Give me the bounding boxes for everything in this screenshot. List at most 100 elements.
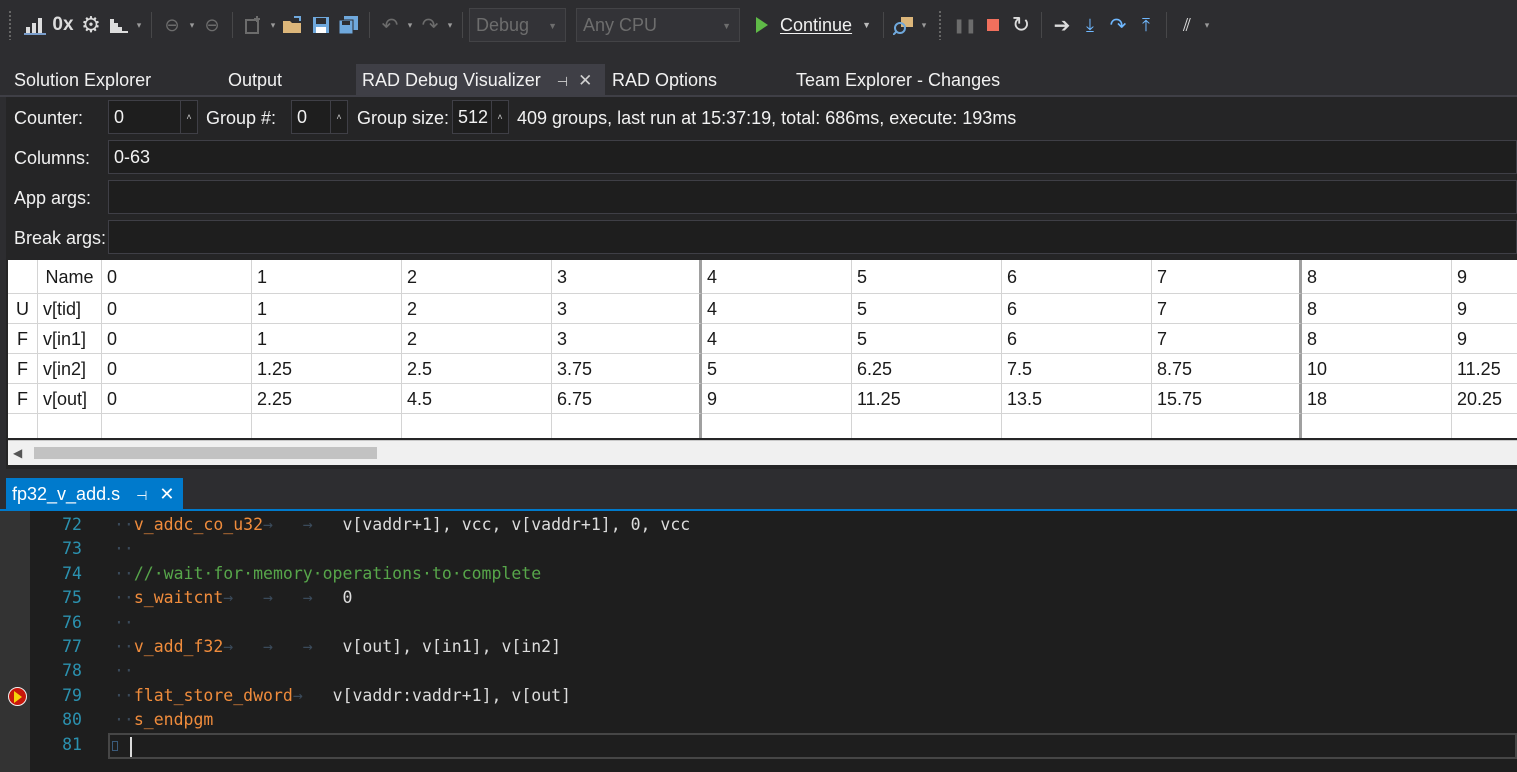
tab-team-explorer-changes[interactable]: Team Explorer - Changes: [782, 64, 1000, 96]
step-out-icon[interactable]: ⤒: [1132, 10, 1160, 40]
table-header-cell[interactable]: [8, 260, 38, 294]
tab-rad-debug-visualizer[interactable]: RAD Debug Visualizer ⊣ ✕: [356, 64, 605, 96]
pin-icon[interactable]: ⊣: [557, 74, 568, 89]
continue-dropdown-icon[interactable]: ▼: [862, 20, 871, 30]
stop-icon[interactable]: [979, 10, 1007, 40]
code-line[interactable]: 78 ··: [0, 659, 1517, 683]
table-cell: 0: [102, 324, 252, 354]
watch-table[interactable]: Name 0 1 2 3 4 5 6 7 8 9 Uv[tid] 0 1 2 3 4 5 6 7 8 9 Fv[in1] 0 1…: [8, 260, 1517, 438]
table-cell: 10: [1302, 354, 1452, 384]
whitespace-marker: ··: [114, 661, 134, 681]
close-icon[interactable]: ✕: [159, 484, 174, 504]
platform-combo[interactable]: Any CPU ▼: [576, 8, 740, 42]
counter-spinner[interactable]: ˄˅: [180, 101, 197, 154]
horizontal-scrollbar[interactable]: ◀: [8, 440, 1517, 465]
table-header-cell[interactable]: 6: [1002, 260, 1152, 294]
configuration-combo[interactable]: Debug ▼: [469, 8, 566, 42]
break-args-input[interactable]: [108, 220, 1517, 254]
separator: [882, 12, 884, 38]
back-dropdown-icon[interactable]: ▾: [186, 20, 198, 31]
whitespace-marker: → → →: [223, 588, 343, 608]
table-header-cell[interactable]: 2: [402, 260, 552, 294]
gear-icon[interactable]: ⚙: [77, 10, 105, 40]
code-line[interactable]: 79 ··flat_store_dword→ v[vaddr:vaddr+1], …: [0, 684, 1517, 708]
table-header-cell[interactable]: 7: [1152, 260, 1302, 294]
find-in-files-icon[interactable]: [890, 10, 918, 40]
line-number: 78: [62, 661, 82, 681]
table-header-cell[interactable]: 3: [552, 260, 702, 294]
navigate-back-icon[interactable]: ⊖: [158, 10, 186, 40]
code-line[interactable]: 74 ··//·wait·for·memory·operations·to·com…: [0, 562, 1517, 586]
table-header-cell[interactable]: 8: [1302, 260, 1452, 294]
code-editor[interactable]: 72 ··v_addc_co_u32→ → v[vaddr+1], vcc, v[…: [0, 511, 1517, 772]
profiler-icon[interactable]: [105, 10, 133, 40]
new-dropdown-icon[interactable]: ▾: [267, 20, 279, 31]
find-dropdown-icon[interactable]: ▾: [918, 20, 930, 31]
scroll-left-icon[interactable]: ◀: [13, 446, 22, 460]
spin-up-icon[interactable]: ˄: [186, 101, 191, 133]
close-icon[interactable]: ✕: [578, 71, 592, 90]
redo-icon[interactable]: ↷: [416, 10, 444, 40]
table-header-cell[interactable]: 4: [702, 260, 852, 294]
restart-icon[interactable]: ↻: [1007, 10, 1035, 40]
tab-rad-options[interactable]: RAD Options: [598, 64, 717, 96]
code-line[interactable]: 76 ··: [0, 611, 1517, 635]
table-cell: [702, 414, 852, 438]
code-line[interactable]: 72 ··v_addc_co_u32→ → v[vaddr+1], vcc, v[…: [0, 513, 1517, 537]
group-input[interactable]: 0 ˄˅: [291, 100, 348, 154]
table-cell: 13.5: [1002, 384, 1152, 414]
table-cell: 15.75: [1152, 384, 1302, 414]
group-spinner[interactable]: ˄˅: [330, 101, 347, 154]
pause-icon[interactable]: ❚❚: [951, 10, 979, 40]
app-args-input[interactable]: [108, 180, 1517, 214]
scrollbar-thumb[interactable]: [34, 447, 377, 459]
table-cell: 9: [1452, 324, 1517, 354]
table-header-cell[interactable]: 9: [1452, 260, 1517, 294]
step-over-icon[interactable]: ↷: [1104, 10, 1132, 40]
save-all-icon[interactable]: [335, 10, 363, 40]
spin-up-icon[interactable]: ˄: [497, 101, 502, 133]
tab-output[interactable]: Output: [214, 64, 282, 96]
open-folder-icon[interactable]: [279, 10, 307, 40]
code-line[interactable]: 81: [0, 733, 1517, 757]
table-header-cell[interactable]: 5: [852, 260, 1002, 294]
toolbar-grip[interactable]: [8, 10, 13, 40]
undo-dropdown-icon[interactable]: ▾: [404, 20, 416, 31]
table-header-cell[interactable]: Name: [38, 260, 102, 294]
hex-icon[interactable]: 0x: [49, 10, 77, 40]
code-line[interactable]: 73 ··: [0, 537, 1517, 561]
tab-fp32-v-add[interactable]: fp32_v_add.s ⊣ ✕: [6, 478, 183, 510]
toolbar-overflow-icon[interactable]: ▾: [133, 20, 145, 31]
redo-dropdown-icon[interactable]: ▾: [444, 20, 456, 31]
counter-input[interactable]: 0 ˄˅: [108, 100, 198, 154]
threads-dropdown-icon[interactable]: ▾: [1201, 20, 1213, 31]
group-size-spinner[interactable]: ˄˅: [491, 101, 508, 154]
toolbar-grip[interactable]: [937, 10, 943, 40]
columns-input[interactable]: 0-63: [108, 140, 1517, 174]
table-header-cell[interactable]: 0: [102, 260, 252, 294]
line-number: 81: [62, 734, 82, 754]
threads-icon[interactable]: ⫽: [1173, 10, 1201, 40]
pin-icon[interactable]: ⊣: [136, 488, 147, 503]
group-size-label: Group size:: [357, 108, 450, 128]
comment-token: //·wait·for·memory·operations·to·complet…: [133, 563, 542, 583]
save-icon[interactable]: [307, 10, 335, 40]
navigate-forward-icon[interactable]: ⊖: [198, 10, 226, 40]
code-line[interactable]: 77 ··v_add_f32→ → → v[out], v[in1], v[in2…: [0, 635, 1517, 659]
code-line[interactable]: 80 ··s_endpgm: [0, 708, 1517, 732]
table-cell: 2.25: [252, 384, 402, 414]
whitespace-marker: ··: [114, 515, 134, 534]
show-next-statement-icon[interactable]: ➔: [1048, 10, 1076, 40]
code-line[interactable]: 75 ··s_waitcnt→ → → 0: [0, 586, 1517, 610]
chart-icon[interactable]: [21, 10, 49, 40]
step-into-icon[interactable]: ⤓: [1076, 10, 1104, 40]
continue-button[interactable]: Continue ▼: [750, 8, 877, 42]
table-cell: 8: [1302, 294, 1452, 324]
breakpoint-current-statement-icon[interactable]: [8, 686, 27, 706]
table-header-cell[interactable]: 1: [252, 260, 402, 294]
tab-solution-explorer[interactable]: Solution Explorer: [0, 64, 151, 96]
undo-icon[interactable]: ↶: [376, 10, 404, 40]
group-size-input[interactable]: 512 ˄˅: [452, 100, 509, 154]
spin-up-icon[interactable]: ˄: [336, 101, 341, 133]
new-project-icon[interactable]: [239, 10, 267, 40]
